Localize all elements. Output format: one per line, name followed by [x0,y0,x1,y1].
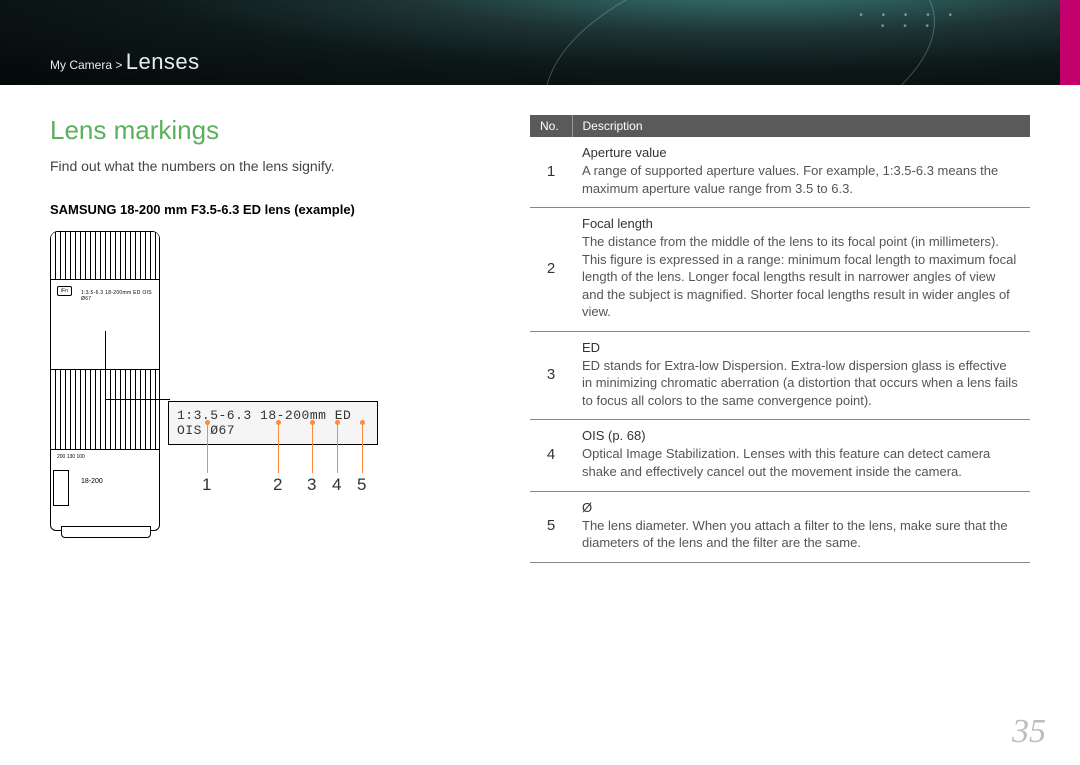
example-title: SAMSUNG 18-200 mm F3.5-6.3 ED lens (exam… [50,202,490,217]
content-area: Lens markings Find out what the numbers … [0,85,1080,563]
row-no: 1 [530,137,572,208]
zoom-label: 18-200 [81,478,103,485]
pointer-label-4: 4 [332,475,341,495]
row-no: 4 [530,420,572,491]
row-desc: OIS (p. 68) Optical Image Stabilization.… [572,420,1030,491]
row-term: ED [582,340,1020,355]
markings-table: No. Description 1 Aperture value A range… [530,115,1030,563]
section-title: Lens markings [50,115,490,146]
row-term: Ø [582,500,1020,515]
lens-illustration: iFn 1:3.5-6.3 18-200mm ED OIS Ø67 200 13… [50,231,380,541]
page-number: 35 [1012,713,1046,751]
row-def: A range of supported aperture values. Fo… [582,163,998,196]
callout-text-box: 1:3.5-6.3 18-200mm ED OIS Ø67 [168,401,378,445]
right-column: No. Description 1 Aperture value A range… [530,115,1030,563]
pointer-label-2: 2 [273,475,282,495]
callout-leader-h [105,399,170,400]
pointer-label-5: 5 [357,475,366,495]
lens-base: 200 130 100 18-200 [51,450,159,522]
row-desc: Focal length The distance from the middl… [572,208,1030,332]
left-column: Lens markings Find out what the numbers … [50,115,490,563]
row-def: ED stands for Extra-low Dispersion. Extr… [582,358,1018,408]
table-row: 3 ED ED stands for Extra-low Dispersion.… [530,331,1030,420]
row-def: The distance from the middle of the lens… [582,234,1016,319]
row-term: Focal length [582,216,1020,231]
breadcrumb-parent: My Camera [50,58,112,72]
lens-focus-ring [51,232,159,280]
row-desc: ED ED stands for Extra-low Dispersion. E… [572,331,1030,420]
pointer-2 [278,423,279,473]
lens-mount [61,526,151,538]
row-term: OIS (p. 68) [582,428,1020,443]
pointer-1 [207,423,208,473]
row-no: 2 [530,208,572,332]
table-row: 2 Focal length The distance from the mid… [530,208,1030,332]
row-term: Aperture value [582,145,1020,160]
intro-text: Find out what the numbers on the lens si… [50,158,490,174]
page-header: • • • • • • • • My Camera > Lenses [0,0,1080,85]
breadcrumb-current: Lenses [126,49,200,74]
row-no: 5 [530,491,572,562]
th-desc: Description [572,115,1030,137]
pointer-label-1: 1 [202,475,211,495]
af-ois-switches [53,470,69,506]
row-desc: Aperture value A range of supported aper… [572,137,1030,208]
pointer-label-3: 3 [307,475,316,495]
breadcrumb-sep: > [115,58,122,72]
ifn-badge: iFn [57,286,72,296]
row-def: Optical Image Stabilization. Lenses with… [582,446,990,479]
table-row: 4 OIS (p. 68) Optical Image Stabilizatio… [530,420,1030,491]
callout-leader-v [105,331,106,401]
header-dots: • • • • • • • • [859,10,960,32]
row-no: 3 [530,331,572,420]
table-row: 5 Ø The lens diameter. When you attach a… [530,491,1030,562]
table-row: 1 Aperture value A range of supported ap… [530,137,1030,208]
row-desc: Ø The lens diameter. When you attach a f… [572,491,1030,562]
breadcrumb: My Camera > Lenses [50,49,200,75]
th-no: No. [530,115,572,137]
barrel-text: 1:3.5-6.3 18-200mm ED OIS Ø67 [81,290,159,302]
pointer-5 [362,423,363,473]
pointer-3 [312,423,313,473]
row-def: The lens diameter. When you attach a fil… [582,518,1008,551]
focal-scale: 200 130 100 [57,454,85,460]
pointer-4 [337,423,338,473]
